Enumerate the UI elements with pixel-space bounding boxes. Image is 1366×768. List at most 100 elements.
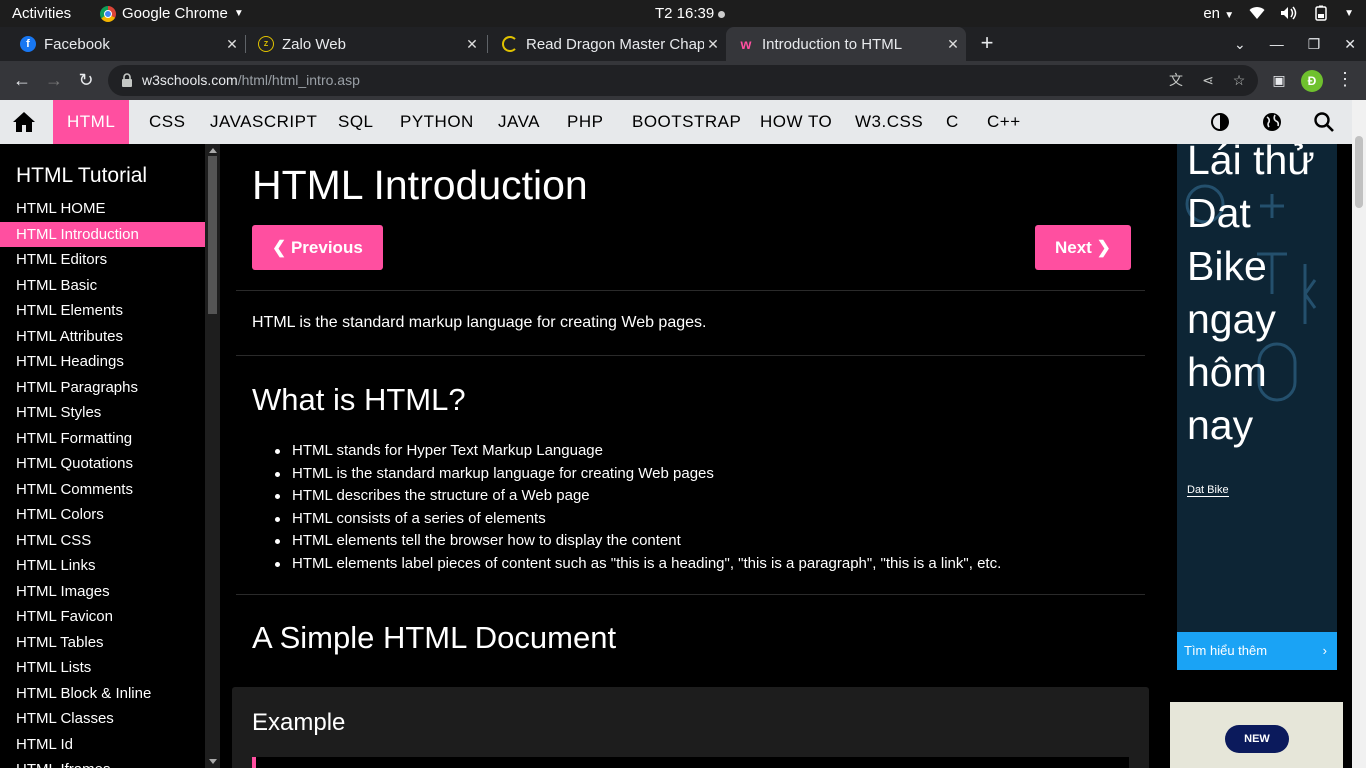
ad-line: Dat xyxy=(1187,190,1251,236)
url-text[interactable]: w3schools.com/html/html_intro.asp xyxy=(142,72,360,88)
ad-cta-label: Tìm hiểu thêm xyxy=(1184,643,1268,658)
clock[interactable]: T2 16:39 xyxy=(655,5,726,22)
search-icon[interactable] xyxy=(1313,111,1335,133)
ad-dat-bike[interactable]: Lái thử Dat Bike ngay hôm nay Dat Bike T… xyxy=(1177,144,1337,670)
bookmark-star-icon[interactable]: ☆ xyxy=(1230,71,1248,89)
tab-zalo[interactable]: Z Zalo Web ✕ xyxy=(238,27,485,61)
app-name: Google Chrome xyxy=(122,5,228,22)
restore-button[interactable]: ❐ xyxy=(1308,36,1321,53)
more-options-icon[interactable]: ⋮ xyxy=(1336,69,1354,90)
sidebar-item[interactable]: HTML Favicon xyxy=(0,604,205,629)
code-block xyxy=(252,757,1129,768)
nav-c[interactable]: C xyxy=(932,100,973,144)
loading-icon xyxy=(502,36,518,52)
side-panel-icon[interactable]: ▣ xyxy=(1268,69,1290,91)
sidebar-item[interactable]: HTML Classes xyxy=(0,706,205,731)
sidebar-item[interactable]: HTML Quotations xyxy=(0,451,205,476)
list-item: HTML elements tell the browser how to di… xyxy=(272,530,1001,553)
sidebar-item[interactable]: HTML Basic xyxy=(0,273,205,298)
sidebar-scrollbar[interactable] xyxy=(205,144,220,768)
tab-facebook[interactable]: f Facebook ✕ xyxy=(0,27,245,61)
nav-html[interactable]: HTML xyxy=(53,100,130,144)
ad-line: nay xyxy=(1187,402,1254,448)
address-bar[interactable]: w3schools.com/html/html_intro.asp 文 ⋖ ☆ xyxy=(108,65,1258,96)
sidebar-item[interactable]: HTML CSS xyxy=(0,528,205,553)
sidebar-item[interactable]: HTML HOME xyxy=(0,196,205,221)
sidebar-item[interactable]: HTML Lists xyxy=(0,655,205,680)
window-controls: ⌄ — ❐ ✕ xyxy=(1234,27,1356,61)
close-icon[interactable]: ✕ xyxy=(463,36,481,53)
share-icon[interactable]: ⋖ xyxy=(1199,71,1217,89)
section-heading-simple-html-document: A Simple HTML Document xyxy=(252,620,617,655)
sidebar-item[interactable]: HTML Editors xyxy=(0,247,205,272)
sidebar-item[interactable]: HTML Tables xyxy=(0,630,205,655)
sidebar-item[interactable]: HTML Iframes xyxy=(0,757,205,768)
system-tray[interactable]: en ▼ ▼ xyxy=(1203,4,1354,22)
sidebar-item[interactable]: HTML Colors xyxy=(0,502,205,527)
divider xyxy=(236,290,1145,291)
close-window-button[interactable]: ✕ xyxy=(1344,36,1356,53)
sidebar-item[interactable]: HTML Formatting xyxy=(0,426,205,451)
translate-icon[interactable]: 文 xyxy=(1167,71,1185,89)
globe-icon[interactable] xyxy=(1261,111,1283,133)
scroll-down-arrow[interactable] xyxy=(209,759,217,764)
new-badge: NEW xyxy=(1225,725,1289,753)
lock-icon[interactable] xyxy=(120,73,134,87)
nav-javascript[interactable]: JAVASCRIPT xyxy=(196,100,331,144)
chevron-down-icon: ▼ xyxy=(233,8,244,19)
close-icon[interactable]: ✕ xyxy=(944,36,962,53)
nav-bootstrap[interactable]: BOOTSTRAP xyxy=(618,100,755,144)
nav-how-to[interactable]: HOW TO xyxy=(746,100,846,144)
w3-top-nav: HTML CSS JAVASCRIPT SQL PYTHON JAVA PHP … xyxy=(0,100,1366,144)
tab-introduction-to-html[interactable]: w Introduction to HTML ✕ xyxy=(726,27,966,61)
theme-toggle-icon[interactable] xyxy=(1209,111,1231,133)
ad-line: hôm xyxy=(1187,349,1267,395)
sidebar-item[interactable]: HTML Id xyxy=(0,732,205,757)
ad-cta-button[interactable]: Tìm hiểu thêm › xyxy=(1177,632,1337,670)
w3schools-icon: w xyxy=(740,36,752,52)
sidebar-item[interactable]: HTML Paragraphs xyxy=(0,375,205,400)
sidebar-item[interactable]: HTML Comments xyxy=(0,477,205,502)
sidebar-item[interactable]: HTML Elements xyxy=(0,298,205,323)
tab-strip: f Facebook ✕ Z Zalo Web ✕ Read Dragon Ma… xyxy=(0,27,1366,61)
forward-button[interactable]: → xyxy=(43,69,65,91)
app-menu[interactable]: Google Chrome ▼ xyxy=(100,5,244,22)
nav-java[interactable]: JAVA xyxy=(484,100,554,144)
reload-button[interactable]: ↻ xyxy=(75,69,97,91)
page-scrollbar-thumb[interactable] xyxy=(1355,136,1363,208)
sidebar-item[interactable]: HTML Images xyxy=(0,579,205,604)
tab-dragon-master[interactable]: Read Dragon Master Chap ✕ xyxy=(482,27,726,61)
previous-button[interactable]: ❮ Previous xyxy=(252,225,383,270)
nav-python[interactable]: PYTHON xyxy=(386,100,488,144)
ad-banner-new[interactable]: NEW xyxy=(1170,702,1343,768)
what-is-html-list: HTML stands for Hyper Text Markup Langua… xyxy=(272,440,1001,576)
nav-w3css[interactable]: W3.CSS xyxy=(841,100,937,144)
sidebar-scrollbar-thumb[interactable] xyxy=(208,156,217,314)
home-icon[interactable] xyxy=(12,111,36,133)
sidebar-item[interactable]: HTML Introduction xyxy=(0,221,205,247)
sidebar-item[interactable]: HTML Styles xyxy=(0,400,205,425)
sidebar-item[interactable]: HTML Headings xyxy=(0,349,205,374)
language-indicator[interactable]: en ▼ xyxy=(1203,5,1234,22)
sidebar-item[interactable]: HTML Links xyxy=(0,553,205,578)
ad-brand-link[interactable]: Dat Bike xyxy=(1187,484,1229,497)
nav-php[interactable]: PHP xyxy=(553,100,617,144)
sidebar-item[interactable]: HTML Block & Inline xyxy=(0,681,205,706)
nav-css[interactable]: CSS xyxy=(135,100,199,144)
profile-avatar[interactable]: Đ xyxy=(1301,70,1323,92)
scroll-up-arrow[interactable] xyxy=(209,148,217,153)
page-scrollbar[interactable] xyxy=(1352,100,1366,768)
next-button[interactable]: Next ❯ xyxy=(1035,225,1131,270)
divider xyxy=(236,355,1145,356)
chevron-down-icon: ▼ xyxy=(1344,7,1354,19)
nav-cpp[interactable]: C++ xyxy=(973,100,1035,144)
volume-icon xyxy=(1280,4,1298,22)
activities-button[interactable]: Activities xyxy=(12,5,71,22)
close-icon[interactable]: ✕ xyxy=(704,36,722,53)
new-tab-button[interactable]: + xyxy=(976,31,998,55)
nav-sql[interactable]: SQL xyxy=(324,100,388,144)
back-button[interactable]: ← xyxy=(11,69,33,91)
minimize-button[interactable]: — xyxy=(1270,36,1284,52)
tab-search-icon[interactable]: ⌄ xyxy=(1234,36,1246,53)
sidebar-item[interactable]: HTML Attributes xyxy=(0,324,205,349)
